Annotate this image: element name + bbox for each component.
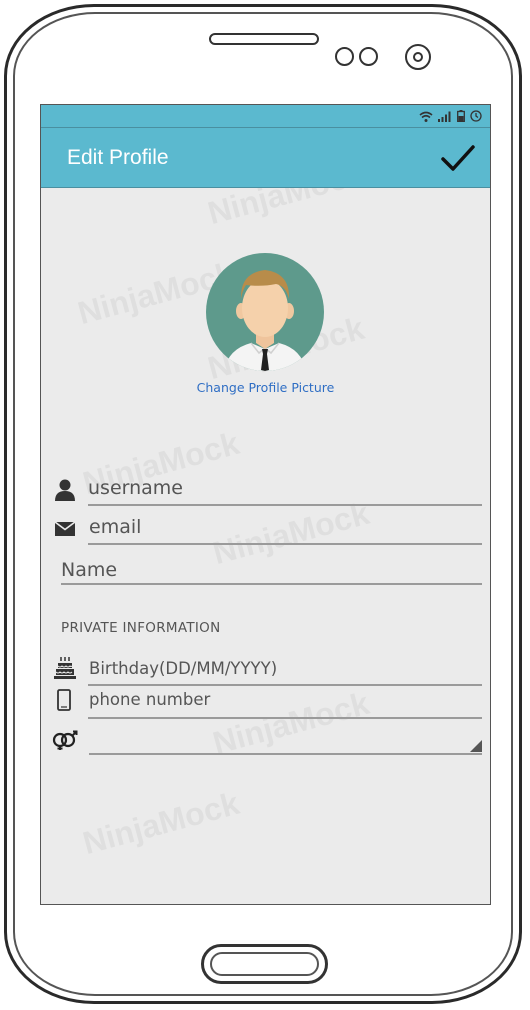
home-button[interactable] [201,944,328,984]
user-icon [55,479,75,501]
clock-icon [470,110,482,122]
proximity-sensor [335,47,354,66]
email-input[interactable]: email [88,513,482,545]
status-bar [41,105,490,128]
name-input[interactable]: Name [61,556,482,585]
user-avatar-icon [224,270,306,371]
phone-number-placeholder: phone number [89,690,211,709]
wifi-icon [419,111,433,122]
gender-select[interactable] [89,731,482,755]
private-information-heading: PRIVATE INFORMATION [61,620,221,636]
page-title: Edit Profile [67,146,169,169]
screen: NinjaMock NinjaMock NinjaMock NinjaMock … [40,104,491,905]
gender-icon [52,730,78,750]
birthday-input[interactable]: Birthday(DD/MM/YYYY) [88,654,482,686]
front-camera [405,44,431,70]
change-profile-picture-link[interactable]: Change Profile Picture [41,380,490,395]
birthday-cake-icon [54,657,76,679]
username-input[interactable]: username [88,475,482,506]
profile-picture[interactable] [206,253,324,371]
signal-icon [438,111,451,122]
battery-icon [457,110,465,122]
phone-icon [57,689,71,711]
app-bar: Edit Profile [41,128,490,188]
envelope-icon [55,522,75,536]
speaker-grille [209,33,319,45]
checkmark-icon[interactable] [440,142,476,174]
watermark: NinjaMock [78,784,243,862]
name-placeholder: Name [61,559,118,581]
email-placeholder: email [89,516,142,538]
light-sensor [359,47,378,66]
phone-number-input[interactable]: phone number [88,689,482,719]
dropdown-arrow-icon [470,740,482,752]
username-placeholder: username [88,477,183,499]
birthday-placeholder: Birthday(DD/MM/YYYY) [89,659,278,678]
